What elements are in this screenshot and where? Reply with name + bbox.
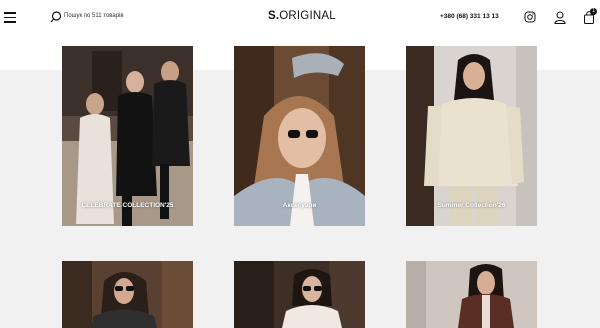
- collection-card-celebrate[interactable]: CELEBRATE COLLECTION'25: [62, 46, 193, 226]
- instagram-icon[interactable]: [524, 11, 536, 23]
- menu-icon[interactable]: [4, 12, 16, 23]
- cart-count-badge: 1: [590, 8, 597, 15]
- collection-image-summer: [406, 46, 537, 226]
- collection-card-6[interactable]: [406, 261, 537, 328]
- collection-label[interactable]: Аксесуари: [234, 202, 365, 209]
- site-header: Пошук по 511 товарів S.ORIGINAL +380 (68…: [0, 0, 600, 36]
- collection-card-summer[interactable]: Summer Collection'26: [406, 46, 537, 226]
- collection-image-celebrate: [62, 46, 193, 226]
- logo-bold: S.: [268, 10, 280, 22]
- site-logo[interactable]: S.ORIGINAL: [268, 10, 336, 22]
- search-input[interactable]: Пошук по 511 товарів: [64, 13, 124, 19]
- collection-image-accessories: [234, 46, 365, 226]
- phone-link[interactable]: +380 (68) 331 13 13: [440, 13, 499, 20]
- logo-text: ORIGINAL: [279, 10, 336, 22]
- collection-image-6: [406, 261, 537, 328]
- user-icon[interactable]: [554, 11, 566, 24]
- collection-image-4: [62, 261, 193, 328]
- collection-image-5: [234, 261, 365, 328]
- search-icon[interactable]: [50, 11, 62, 23]
- collection-label[interactable]: Summer Collection'26: [406, 202, 537, 209]
- collection-card-4[interactable]: [62, 261, 193, 328]
- collection-card-accessories[interactable]: Аксесуари: [234, 46, 365, 226]
- collection-label[interactable]: CELEBRATE COLLECTION'25: [62, 202, 193, 209]
- collection-card-5[interactable]: [234, 261, 365, 328]
